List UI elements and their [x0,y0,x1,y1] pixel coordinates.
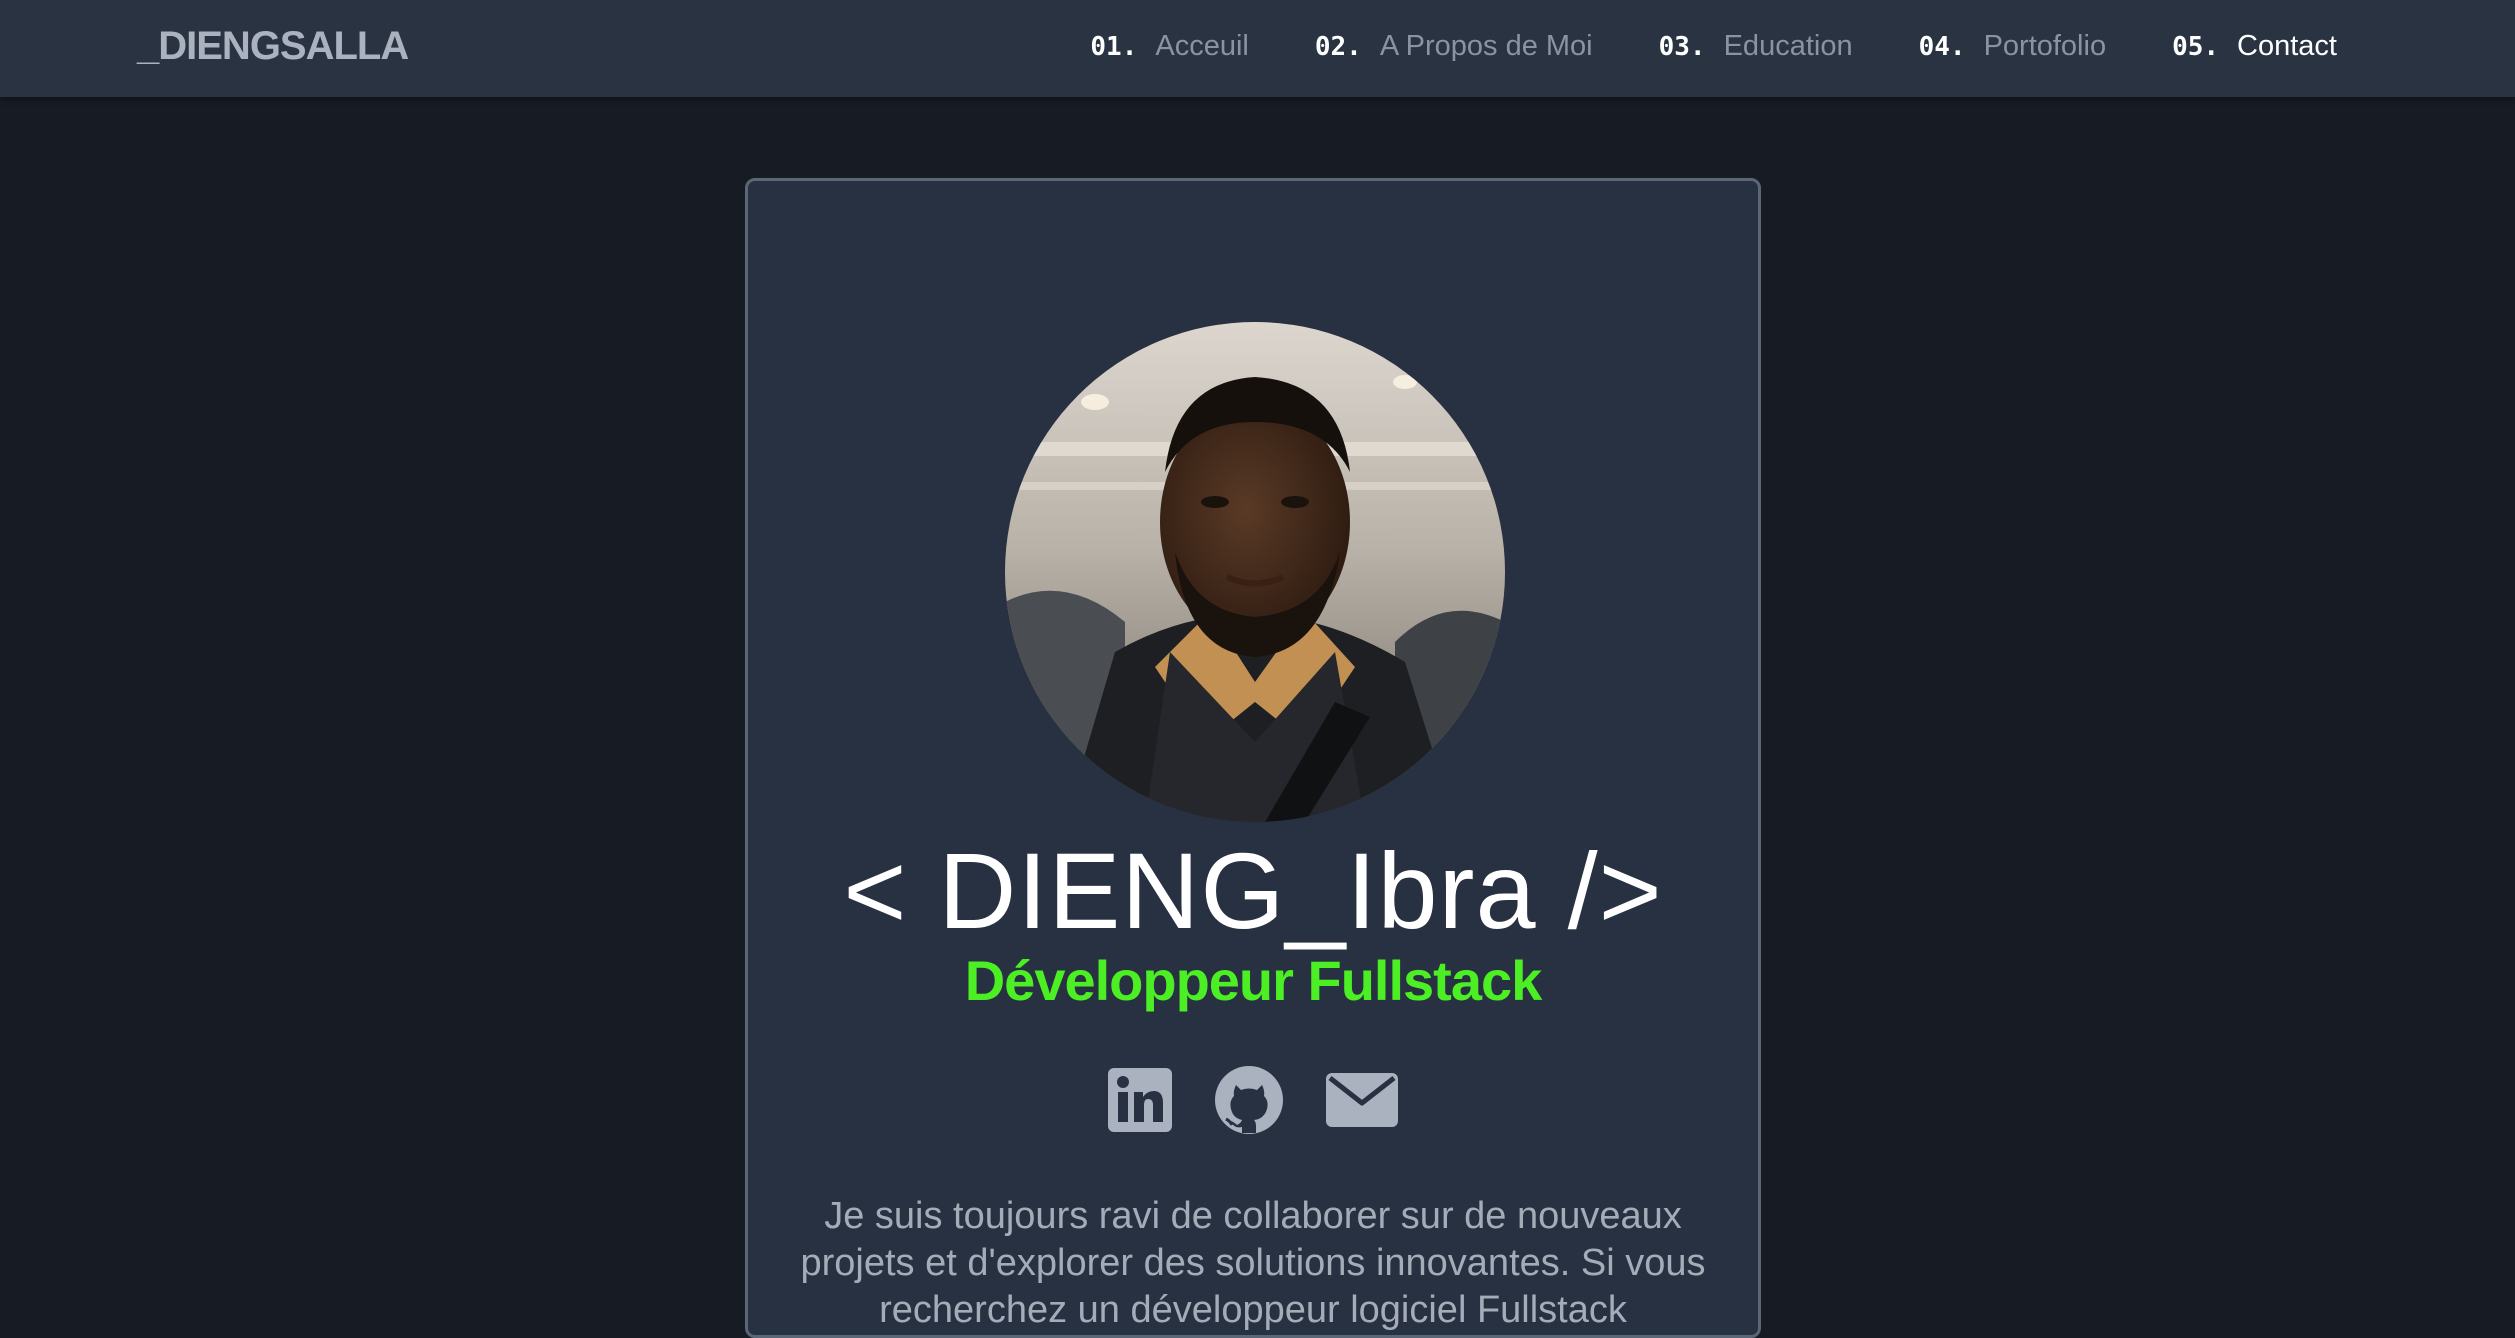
intro-text: Je suis toujours ravi de collaborer sur … [800,1195,1706,1331]
nav-item-number: 05. [2172,32,2220,62]
profile-role: Développeur Fullstack [964,949,1543,1012]
nav-item-label: Portofolio [1983,30,2107,62]
nav-item-acceuil[interactable]: 01. Acceuil [1090,26,1248,67]
envelope-icon[interactable] [1326,1073,1398,1127]
nav-item-number: 01. [1090,32,1138,62]
nav-item-contact[interactable]: 05. Contact [2172,26,2337,67]
nav-item-a-propos[interactable]: 02. A Propos de Moi [1315,26,1593,67]
nav-item-label: A Propos de Moi [1379,30,1593,62]
nav-item-education[interactable]: 03. Education [1659,26,1853,67]
github-icon[interactable] [1214,1065,1284,1135]
avatar [1005,322,1505,822]
nav-item-portofolio[interactable]: 04. Portofolio [1919,26,2106,67]
nav-item-number: 03. [1658,32,1706,62]
top-navbar: _DIENGSALLA 01. Acceuil 02. A Propos de … [0,0,2515,97]
nav-item-number: 04. [1918,32,1966,62]
profile-name: < DIENG_Ibra /> [843,830,1663,951]
nav-item-label: Contact [2237,30,2337,62]
nav-item-label: Acceuil [1155,30,1249,62]
nav-item-label: Education [1723,30,1853,62]
nav-item-number: 02. [1314,32,1362,62]
linkedin-icon[interactable] [1108,1068,1172,1132]
nav-links: 01. Acceuil 02. A Propos de Moi 03. Educ… [1090,26,2337,67]
social-links [748,1065,1758,1135]
brand-logo[interactable]: _DIENGSALLA [137,22,409,70]
avatar-photo [1005,322,1505,822]
profile-card: < DIENG_Ibra /> Développeur Fullstack Je… [745,178,1761,1338]
